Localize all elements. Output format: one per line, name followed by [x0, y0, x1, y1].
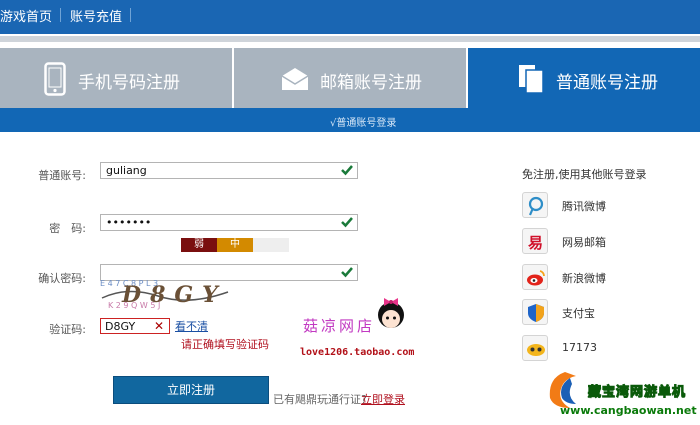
third-party-label: 网易邮箱 — [562, 236, 606, 249]
top-nav-bar: 游戏首页 账号充值 — [0, 0, 700, 34]
captcha-error-message: 请正确填写验证码 — [181, 338, 269, 351]
svg-text:易: 易 — [528, 234, 543, 252]
tencent-weibo-icon — [522, 192, 548, 218]
clear-icon[interactable]: ✕ — [154, 319, 164, 333]
shop-watermark-text: 菇凉网店 — [303, 317, 376, 335]
third-party-label: 腾讯微博 — [562, 200, 606, 213]
17173-icon — [522, 335, 548, 361]
third-party-alipay[interactable]: 支付宝 — [522, 299, 682, 325]
third-party-label: 支付宝 — [562, 307, 595, 320]
username-value: guliang — [106, 164, 147, 177]
nav-link-game-home[interactable]: 游戏首页 — [0, 6, 52, 25]
password-input[interactable]: ••••••• — [100, 214, 358, 231]
third-party-label: 17173 — [562, 341, 597, 354]
brand-watermark-name: 藏宝湾网游单机 — [587, 385, 687, 401]
cartoon-girl-icon — [374, 293, 408, 336]
nav-divider — [60, 8, 61, 22]
alipay-icon — [522, 299, 548, 325]
phone-icon — [44, 62, 66, 101]
confirm-password-label: 确认密码: — [38, 272, 86, 285]
third-party-17173[interactable]: 17173 — [522, 335, 682, 361]
document-icon — [518, 64, 544, 99]
tab-divider — [232, 48, 234, 108]
nav-link-recharge[interactable]: 账号充值 — [70, 6, 122, 25]
brand-watermark-url: www.cangbaowan.net — [560, 404, 697, 417]
registration-tabs: 手机号码注册 邮箱账号注册 普通账号注册 — [0, 48, 700, 108]
header-strip — [0, 36, 700, 42]
third-party-title: 免注册,使用其他账号登录 — [522, 168, 647, 181]
captcha-value: D8GY — [105, 320, 136, 333]
username-input[interactable]: guliang — [100, 162, 358, 179]
third-party-tencent-weibo[interactable]: 腾讯微博 — [522, 192, 682, 218]
strength-strong — [253, 238, 289, 252]
username-label: 普通账号: — [38, 169, 86, 182]
captcha-image-text: D8GY — [122, 282, 227, 308]
check-icon — [341, 216, 353, 228]
check-icon — [341, 164, 353, 176]
check-icon — [341, 266, 353, 278]
login-link[interactable]: 立即登录 — [361, 391, 405, 407]
shop-watermark-url: love1206.taobao.com — [300, 347, 415, 358]
captcha-input[interactable]: D8GY ✕ — [100, 318, 170, 334]
have-account-hint: 已有飓鼎玩通行证? — [273, 393, 367, 406]
password-value: ••••••• — [106, 216, 152, 229]
subtab-bar: √普通账号登录 — [0, 108, 700, 132]
tab-divider — [466, 48, 468, 108]
envelope-icon — [280, 66, 310, 97]
tab-email-register[interactable]: 邮箱账号注册 — [234, 48, 466, 108]
subtab-link-normal-login[interactable]: √普通账号登录 — [330, 114, 396, 129]
sina-weibo-icon — [522, 264, 548, 290]
tab-normal-register[interactable]: 普通账号注册 — [468, 48, 700, 108]
netease-mail-icon: 易 — [522, 228, 548, 254]
captcha-image[interactable]: E 4 7 C 8 P L 3 K 2 9 Q W 5 J D8GY — [98, 276, 238, 312]
register-button[interactable]: 立即注册 — [113, 376, 269, 404]
strength-medium: 中 — [217, 238, 253, 252]
tab-label: 手机号码注册 — [78, 73, 180, 93]
tab-phone-register[interactable]: 手机号码注册 — [0, 48, 232, 108]
third-party-sina-weibo[interactable]: 新浪微博 — [522, 264, 682, 290]
third-party-netease-mail[interactable]: 易 网易邮箱 — [522, 228, 682, 254]
password-label: 密 码: — [49, 222, 86, 235]
tab-label: 邮箱账号注册 — [320, 73, 422, 93]
captcha-label: 验证码: — [49, 323, 86, 336]
captcha-refresh-link[interactable]: 看不清 — [175, 318, 208, 334]
nav-divider — [130, 8, 131, 22]
third-party-label: 新浪微博 — [562, 272, 606, 285]
tab-label: 普通账号注册 — [556, 73, 658, 93]
strength-weak: 弱 — [181, 238, 217, 252]
